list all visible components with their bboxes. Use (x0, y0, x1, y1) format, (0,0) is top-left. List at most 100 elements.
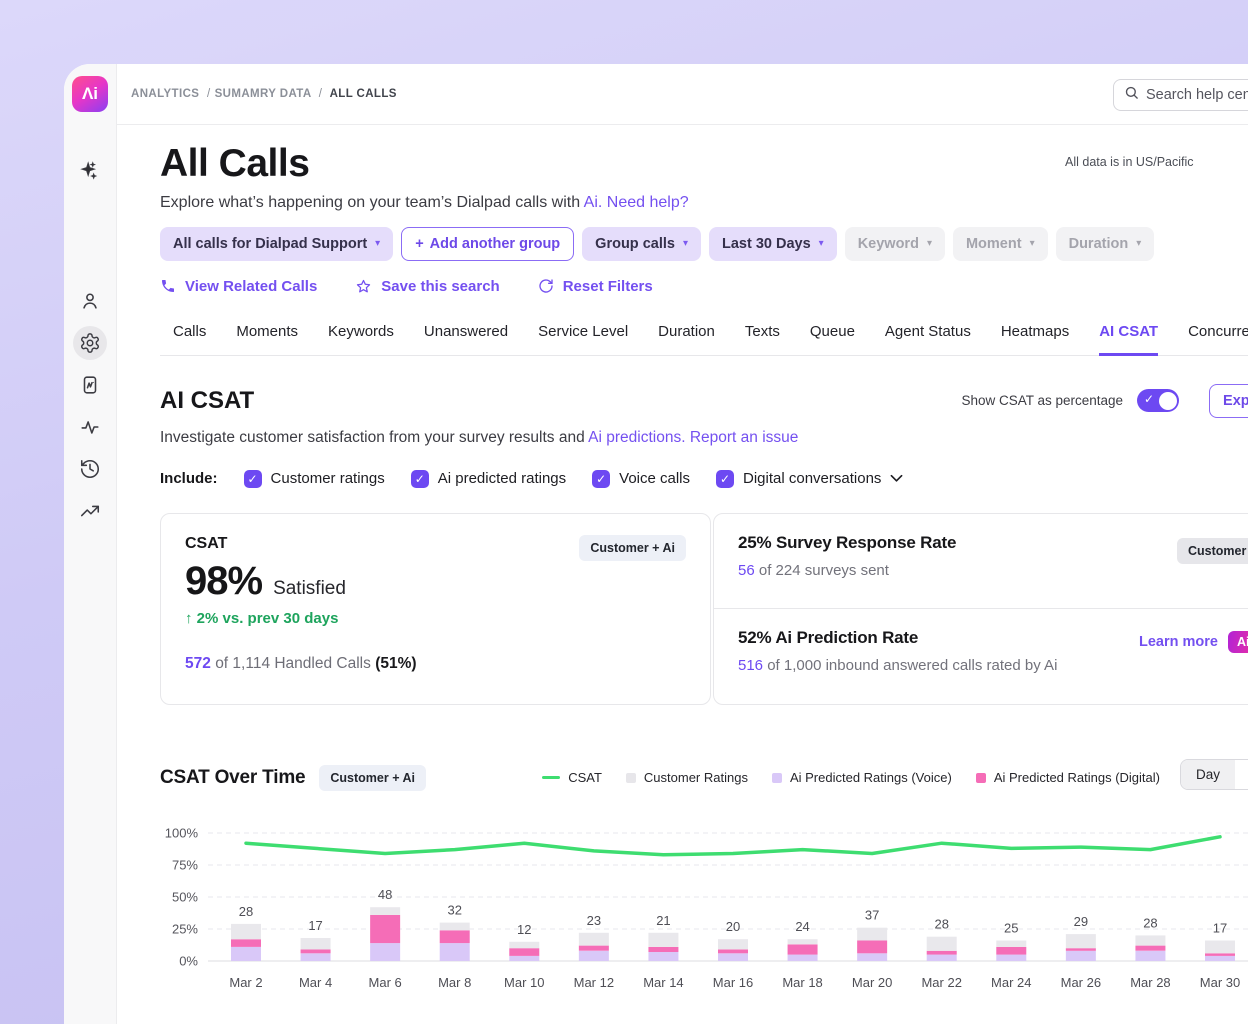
group-filter-dropdown[interactable]: All calls for Dialpad Support ▾ (160, 226, 394, 261)
footnote-percent: (51%) (375, 654, 417, 672)
search-input[interactable] (1146, 87, 1248, 103)
surveys-count[interactable]: 56 (738, 562, 755, 579)
save-search-link[interactable]: Save this search (355, 278, 500, 295)
help-search-box[interactable] (1113, 79, 1248, 111)
toggle-knob (1158, 391, 1177, 410)
svg-text:Mar 4: Mar 4 (299, 975, 332, 990)
dialpad-ai-logo[interactable]: Λi (72, 76, 108, 112)
tab-duration[interactable]: Duration (658, 314, 715, 355)
group-calls-label: Group calls (595, 235, 675, 252)
tab-keywords[interactable]: Keywords (328, 314, 394, 355)
rail-nav (73, 284, 107, 528)
view-related-calls-link[interactable]: View Related Calls (160, 278, 317, 295)
svg-text:Mar 2: Mar 2 (229, 975, 262, 990)
chevron-down-icon[interactable] (890, 474, 903, 483)
export-button[interactable]: Export ▾ (1209, 383, 1248, 418)
svg-text:Mar 20: Mar 20 (852, 975, 892, 990)
keyword-label: Keyword (857, 235, 919, 252)
svg-text:Mar 28: Mar 28 (1130, 975, 1170, 990)
svg-text:32: 32 (447, 902, 461, 917)
need-help-link[interactable]: Ai. Need help? (584, 194, 689, 211)
checkbox-checked-icon: ✓ (592, 469, 611, 488)
reset-filters-label: Reset Filters (562, 277, 653, 295)
svg-text:28: 28 (239, 904, 253, 919)
keyword-dropdown[interactable]: Keyword ▾ (844, 226, 945, 261)
tab-service-level[interactable]: Service Level (538, 314, 628, 355)
group-calls-dropdown[interactable]: Group calls ▾ (582, 226, 701, 261)
rated-calls-count[interactable]: 516 (738, 657, 763, 674)
csat-delta: ↑ 2% vs. prev 30 days (185, 609, 339, 627)
page-content: All Calls All data is in US/Pacific Expl… (117, 125, 1248, 1012)
duration-label: Duration (1068, 235, 1129, 252)
checkbox-customer-ratings[interactable]: ✓ Customer ratings (243, 469, 385, 488)
person-icon[interactable] (73, 284, 107, 318)
call-notes-icon[interactable] (73, 368, 107, 402)
trending-up-icon[interactable] (73, 494, 107, 528)
tab-moments[interactable]: Moments (236, 314, 298, 355)
csat-footnote: 572 of 1,114 Handled Calls (51%) (185, 655, 686, 673)
square-swatch (625, 772, 636, 783)
chart-title: CSAT Over Time (160, 766, 306, 788)
svg-text:Mar 26: Mar 26 (1061, 975, 1101, 990)
analytics-tabs: Calls Moments Keywords Unanswered Servic… (160, 314, 1248, 356)
chart-header: CSAT Over Time Customer + Ai CSAT Custom… (160, 758, 1248, 791)
svg-text:Mar 18: Mar 18 (782, 975, 822, 990)
breadcrumb-analytics[interactable]: ANALYTICS (131, 88, 199, 100)
footnote-text: of 1,114 Handled Calls (215, 654, 371, 672)
checkbox-ai-predicted-ratings[interactable]: ✓ Ai predicted ratings (410, 469, 567, 488)
date-range-dropdown[interactable]: Last 30 Days ▾ (708, 226, 837, 261)
tab-queue[interactable]: Queue (810, 314, 855, 355)
history-icon[interactable] (73, 452, 107, 486)
section-title: AI CSAT (160, 386, 255, 414)
include-row: Include: ✓ Customer ratings ✓ Ai predict… (160, 469, 1248, 488)
add-another-group-button[interactable]: + Add another group (401, 226, 575, 261)
csat-percentage-toggle-label: Show CSAT as percentage (961, 393, 1124, 409)
tab-heatmaps[interactable]: Heatmaps (1001, 314, 1069, 355)
chevron-down-icon: ▾ (926, 238, 932, 250)
search-icon (1124, 85, 1139, 105)
checkbox-digital-conversations[interactable]: ✓ Digital conversations (716, 469, 903, 488)
handled-calls-count[interactable]: 572 (185, 655, 211, 672)
pulse-icon[interactable] (73, 410, 107, 444)
tab-calls[interactable]: Calls (173, 314, 206, 355)
checkbox-label: Customer ratings (270, 470, 385, 488)
duration-dropdown[interactable]: Duration ▾ (1055, 226, 1155, 261)
svg-text:100%: 100% (165, 825, 199, 840)
period-week-button[interactable]: Week (1235, 759, 1248, 789)
group-filter-label: All calls for Dialpad Support (173, 235, 368, 252)
report-issue-link[interactable]: Report an issue (690, 429, 799, 446)
breadcrumb-summary-data[interactable]: SUMAMRY DATA (215, 88, 312, 100)
ai-predictions-link[interactable]: Ai predictions. (588, 429, 685, 446)
tab-concurrency[interactable]: Concurrency (1188, 314, 1248, 355)
app-window: Λi ANALYTICS / SUMAMRY DATA / ALL CALLS … (64, 64, 1248, 1024)
svg-text:Mar 16: Mar 16 (713, 975, 753, 990)
rated-calls-text: of 1,000 inbound answered calls rated by… (767, 657, 1058, 675)
svg-text:75%: 75% (172, 857, 198, 872)
svg-text:23: 23 (587, 913, 601, 928)
checkbox-voice-calls[interactable]: ✓ Voice calls (592, 469, 690, 488)
chevron-down-icon: ▾ (1029, 238, 1035, 250)
svg-text:0%: 0% (179, 953, 198, 968)
add-group-label: Add another group (429, 235, 561, 252)
period-day-button[interactable]: Day (1181, 759, 1236, 789)
tab-ai-csat[interactable]: AI CSAT (1099, 314, 1159, 356)
csat-value-suffix: Satisfied (273, 577, 346, 599)
svg-text:24: 24 (795, 919, 809, 934)
learn-more-link[interactable]: Learn more (1139, 634, 1218, 650)
include-label: Include: (160, 470, 218, 488)
main-area: ANALYTICS / SUMAMRY DATA / ALL CALLS All … (117, 64, 1248, 1024)
sparkles-icon[interactable] (73, 154, 107, 188)
tab-unanswered[interactable]: Unanswered (424, 314, 508, 355)
csat-value: 98% (185, 558, 263, 603)
tab-agent-status[interactable]: Agent Status (885, 314, 971, 355)
svg-text:17: 17 (1213, 920, 1227, 935)
reset-filters-link[interactable]: Reset Filters (538, 278, 653, 295)
tab-texts[interactable]: Texts (745, 314, 780, 355)
breadcrumb-separator: / (206, 88, 211, 100)
csat-percentage-toggle[interactable]: ✓ (1137, 389, 1180, 413)
settings-gear-icon[interactable] (73, 326, 107, 360)
moment-dropdown[interactable]: Moment ▾ (952, 226, 1048, 261)
checkbox-label: Ai predicted ratings (437, 470, 567, 488)
chevron-down-icon: ▾ (375, 238, 381, 250)
svg-text:21: 21 (656, 913, 670, 928)
